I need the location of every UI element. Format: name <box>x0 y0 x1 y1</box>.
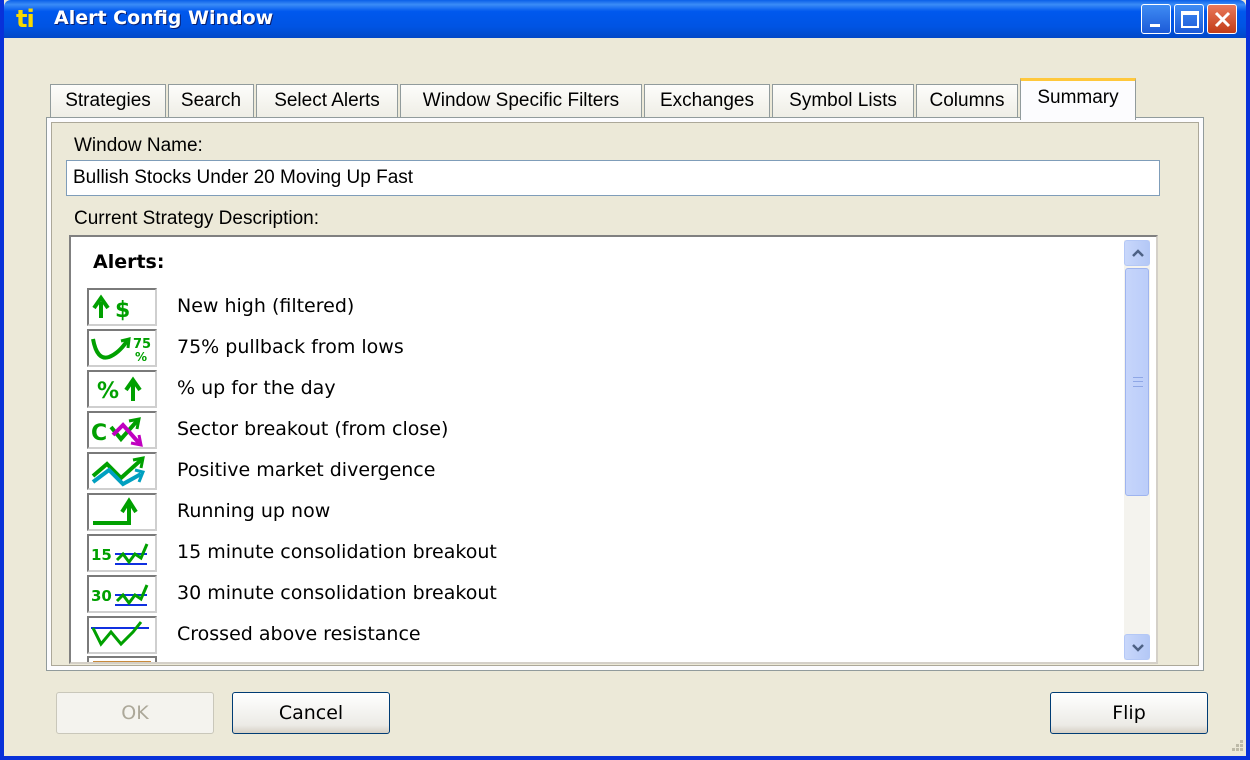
sector-breakout-icon: C <box>87 411 157 449</box>
alert-label: Sector breakout (from close) <box>177 418 449 440</box>
alert-row: Running up now <box>87 492 1087 532</box>
alert-label: Crossed above resistance <box>177 623 421 645</box>
alert-icon-partial <box>93 661 151 662</box>
maximize-button[interactable] <box>1174 4 1204 34</box>
description-label: Current Strategy Description: <box>74 208 319 229</box>
svg-text:%: % <box>97 379 119 404</box>
scroll-thumb[interactable] <box>1125 268 1149 496</box>
scroll-down-button[interactable] <box>1124 634 1150 660</box>
alert-row-partial <box>87 656 157 662</box>
tab-select-alerts[interactable]: Select Alerts <box>256 84 398 118</box>
flip-button[interactable]: Flip <box>1050 692 1208 734</box>
window-name-label: Window Name: <box>74 135 203 156</box>
strategy-description-box[interactable]: Alerts: $ New high (filtered) 75 % 75% p… <box>69 235 1158 664</box>
svg-text:15: 15 <box>91 546 112 564</box>
percent-up-icon: % <box>87 370 157 408</box>
alert-label: 15 minute consolidation breakout <box>177 541 497 563</box>
ok-button[interactable]: OK <box>56 692 214 734</box>
tab-summary[interactable]: Summary <box>1020 78 1136 120</box>
scroll-up-button[interactable] <box>1124 240 1150 266</box>
alert-row: $ New high (filtered) <box>87 287 1087 327</box>
chevron-up-icon <box>1132 249 1144 257</box>
consolidation-15-icon: 15 <box>87 534 157 572</box>
cancel-button[interactable]: Cancel <box>232 692 390 734</box>
consolidation-30-icon: 30 <box>87 575 157 613</box>
svg-text:C: C <box>91 421 107 446</box>
alert-row: 30 30 minute consolidation breakout <box>87 574 1087 614</box>
title-bar[interactable]: ti Alert Config Window <box>4 0 1246 38</box>
minimize-button[interactable] <box>1141 4 1171 34</box>
market-divergence-icon <box>87 452 157 490</box>
resize-grip-icon[interactable] <box>1226 736 1246 756</box>
up-dollar-icon: $ <box>87 288 157 326</box>
pullback-75-icon: 75 % <box>87 329 157 367</box>
alert-row: % % up for the day <box>87 369 1087 409</box>
window-title: Alert Config Window <box>54 7 274 29</box>
alert-row: C Sector breakout (from close) <box>87 410 1087 450</box>
window-name-field[interactable] <box>66 160 1160 196</box>
alert-label: Positive market divergence <box>177 459 436 481</box>
chevron-down-icon <box>1132 644 1144 652</box>
close-icon <box>1214 11 1231 28</box>
app-logo-icon: ti <box>16 5 35 33</box>
tab-symbol-lists[interactable]: Symbol Lists <box>772 84 914 118</box>
alert-label: % up for the day <box>177 377 336 399</box>
alerts-heading: Alerts: <box>93 251 165 273</box>
tab-strategies[interactable]: Strategies <box>50 84 166 118</box>
minimize-icon <box>1150 24 1160 27</box>
description-scrollbar[interactable] <box>1124 240 1150 660</box>
alert-label: New high (filtered) <box>177 295 355 317</box>
tab-search[interactable]: Search <box>168 84 254 118</box>
alert-row: Crossed above resistance <box>87 615 1087 655</box>
svg-text:$: $ <box>115 298 130 323</box>
tab-exchanges[interactable]: Exchanges <box>644 84 770 118</box>
close-button[interactable] <box>1207 4 1237 34</box>
alert-row: 75 % 75% pullback from lows <box>87 328 1087 368</box>
svg-text:%: % <box>135 350 147 364</box>
alert-row: Positive market divergence <box>87 451 1087 491</box>
alert-label: 75% pullback from lows <box>177 336 404 358</box>
tab-columns[interactable]: Columns <box>916 84 1018 118</box>
svg-text:30: 30 <box>91 587 112 605</box>
crossed-resistance-icon <box>87 616 157 654</box>
alert-label: 30 minute consolidation breakout <box>177 582 497 604</box>
alert-row: 15 15 minute consolidation breakout <box>87 533 1087 573</box>
alert-label: Running up now <box>177 500 331 522</box>
running-up-icon <box>87 493 157 531</box>
alert-config-window: ti Alert Config Window Strategies Search… <box>0 0 1250 760</box>
maximize-icon <box>1181 11 1199 28</box>
tab-window-specific-filters[interactable]: Window Specific Filters <box>400 84 642 118</box>
